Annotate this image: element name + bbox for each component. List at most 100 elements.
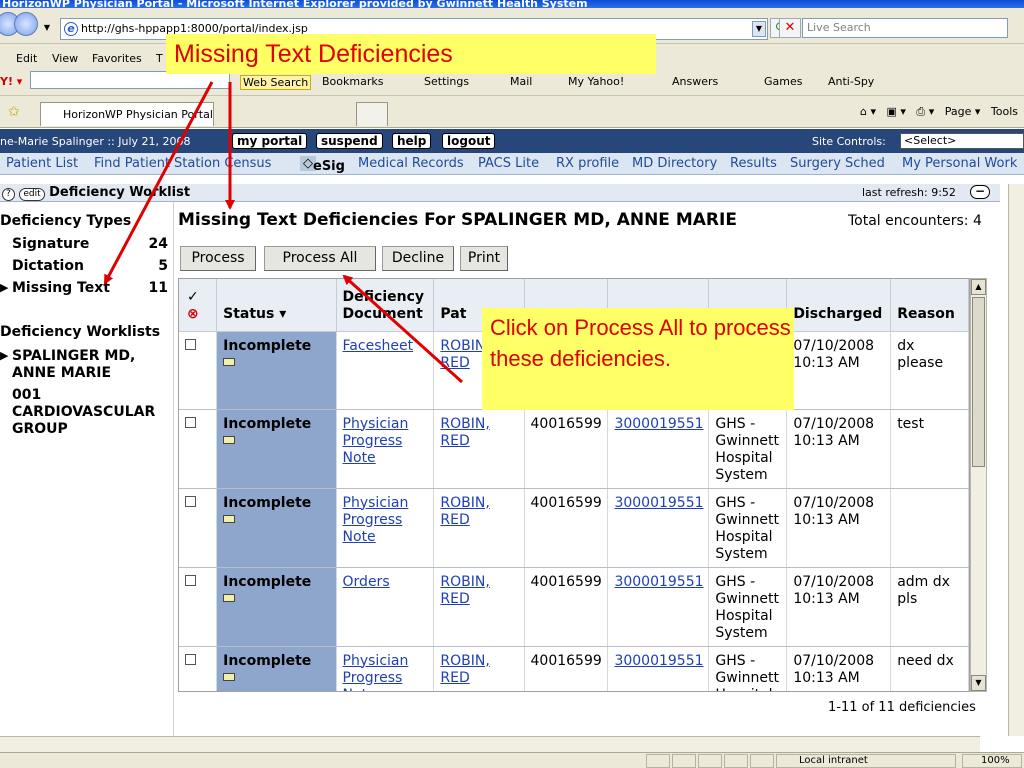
patient-link[interactable]: ROBIN, RED xyxy=(440,495,489,528)
nav-rx-profile[interactable]: RX profile xyxy=(556,156,619,171)
site-controls-select[interactable]: <Select> xyxy=(900,133,1024,149)
process-all-button[interactable]: Process All xyxy=(264,246,376,271)
patient-link[interactable]: ROBIN, RED xyxy=(440,653,489,686)
nav-my-personal-work[interactable]: My Personal Work xyxy=(902,156,1017,171)
answers-menu[interactable]: Answers xyxy=(672,75,718,88)
status-cell: Incomplete xyxy=(216,331,337,410)
note-icon[interactable] xyxy=(223,672,236,681)
favorites-star-icon[interactable]: ✩ xyxy=(8,104,20,120)
decline-button[interactable]: Decline xyxy=(382,246,454,271)
col-deficiency-document[interactable]: Deficiency Document xyxy=(336,279,435,332)
row-checkbox[interactable] xyxy=(185,338,196,350)
menu-favorites[interactable]: Favorites xyxy=(92,52,142,65)
web-search-button[interactable]: Web Search xyxy=(240,75,312,90)
account-link[interactable]: 3000019551 xyxy=(614,574,703,590)
account-link[interactable]: 3000019551 xyxy=(614,416,703,432)
row-checkbox[interactable] xyxy=(185,495,196,507)
col-reason[interactable]: Reason xyxy=(890,279,969,332)
worklist-cardio-group[interactable]: 001 CARDIOVASCULAR GROUP xyxy=(12,387,162,438)
zoom-indicator[interactable]: 100% xyxy=(962,754,1022,768)
nav-medical-records[interactable]: Medical Records xyxy=(358,156,464,171)
table-row[interactable]: Incomplete Physician Progress Note ROBIN… xyxy=(179,409,969,489)
nav-find-patient[interactable]: Find Patient xyxy=(94,156,170,171)
type-missing-text[interactable]: Missing Text xyxy=(12,280,110,296)
row-checkbox[interactable] xyxy=(185,416,196,428)
note-icon[interactable] xyxy=(223,435,236,444)
type-signature[interactable]: Signature xyxy=(12,236,89,252)
edit-pill[interactable]: edit xyxy=(19,188,45,201)
patient-link[interactable]: ROBIN, RED xyxy=(440,416,489,449)
account-link[interactable]: 3000019551 xyxy=(614,495,703,511)
menu-tools[interactable]: T xyxy=(156,52,163,65)
select-all-header[interactable]: ✓ ⊗ xyxy=(179,279,218,332)
col-status[interactable]: Status ▾ xyxy=(216,279,337,332)
print-icon[interactable]: ⎙ ▾ xyxy=(916,105,934,118)
nav-esig[interactable]: ◇ eSig xyxy=(300,156,345,174)
patient-link[interactable]: ROBIN, RED xyxy=(440,574,489,607)
tab-portal[interactable]: HorizonWP Physician Portal xyxy=(40,102,214,126)
type-dictation-count: 5 xyxy=(158,258,168,274)
live-search-input[interactable]: Live Search xyxy=(802,18,1008,38)
collapse-icon[interactable]: − xyxy=(970,185,990,199)
worklist-spalinger[interactable]: SPALINGER MD, ANNE MARIE xyxy=(12,348,162,382)
col-discharged[interactable]: Discharged xyxy=(786,279,892,332)
document-link[interactable]: Orders xyxy=(343,574,390,590)
page-scrollbar[interactable] xyxy=(1008,184,1024,736)
nav-patient-list[interactable]: Patient List xyxy=(6,156,78,171)
row-checkbox[interactable] xyxy=(185,653,196,665)
table-row[interactable]: Incomplete Physician Progress Note ROBIN… xyxy=(179,488,969,568)
horizontal-scrollbar[interactable] xyxy=(0,736,980,752)
print-button[interactable]: Print xyxy=(460,246,508,271)
note-icon[interactable] xyxy=(223,357,236,366)
nav-surgery-sched[interactable]: Surgery Sched xyxy=(790,156,885,171)
type-dictation[interactable]: Dictation xyxy=(12,258,84,274)
nav-station-census[interactable]: Station Census xyxy=(174,156,271,171)
address-dropdown-icon[interactable]: ▼ xyxy=(752,21,766,37)
total-encounters: Total encounters: 4 xyxy=(848,213,982,229)
nav-results[interactable]: Results xyxy=(730,156,777,171)
tab-bar: ✩ HorizonWP Physician Portal ⌂ ▾ ▣ ▾ ⎙ ▾… xyxy=(0,98,1024,128)
table-row[interactable]: Incomplete Physician Progress Note ROBIN… xyxy=(179,646,969,692)
nav-pacs-lite[interactable]: PACS Lite xyxy=(478,156,539,171)
help-button[interactable]: help xyxy=(392,133,432,149)
home-icon[interactable]: ⌂ ▾ xyxy=(860,105,876,118)
nav-md-directory[interactable]: MD Directory xyxy=(632,156,717,171)
page-menu[interactable]: Page xyxy=(945,105,972,118)
account-link[interactable]: 3000019551 xyxy=(614,653,703,669)
yahoo-icon[interactable]: Y! ▾ xyxy=(0,75,22,88)
games-menu[interactable]: Games xyxy=(764,75,802,88)
row-checkbox[interactable] xyxy=(185,574,196,586)
settings-menu[interactable]: Settings xyxy=(424,75,469,88)
my-portal-button[interactable]: my portal xyxy=(232,133,308,149)
zone-indicator: Local intranet xyxy=(776,754,956,768)
document-link[interactable]: Physician Progress Note xyxy=(343,495,409,545)
feeds-icon[interactable]: ▣ ▾ xyxy=(886,105,905,118)
suspend-button[interactable]: suspend xyxy=(316,133,383,149)
logout-button[interactable]: logout xyxy=(442,133,496,149)
mail-menu[interactable]: Mail xyxy=(510,75,532,88)
menu-edit[interactable]: Edit xyxy=(16,52,37,65)
note-icon[interactable] xyxy=(223,593,236,602)
new-tab-button[interactable] xyxy=(356,102,388,126)
cancel-icon: ⊗ xyxy=(187,305,199,322)
note-icon[interactable] xyxy=(223,514,236,523)
stop-icon[interactable]: ✕ xyxy=(779,18,801,38)
anti-spy-menu[interactable]: Anti-Spy xyxy=(828,75,874,88)
history-dropdown-icon[interactable]: ▼ xyxy=(40,21,54,37)
table-row[interactable]: Incomplete Orders ROBIN, RED 40016599 30… xyxy=(179,567,969,647)
document-link[interactable]: Physician Progress Note xyxy=(343,416,409,466)
tools-menu[interactable]: Tools xyxy=(991,105,1018,118)
bookmarks-menu[interactable]: Bookmarks xyxy=(322,75,383,88)
my-yahoo-menu[interactable]: My Yahoo! xyxy=(568,75,624,88)
forward-button[interactable] xyxy=(14,12,38,36)
document-link[interactable]: Physician Progress Note xyxy=(343,653,409,692)
document-link[interactable]: Facesheet xyxy=(343,338,414,354)
facility-cell: GHS - Gwinnett Hospital System xyxy=(708,567,788,647)
scroll-up-icon[interactable]: ▲ xyxy=(971,279,986,295)
help-pill[interactable]: ? xyxy=(2,188,15,201)
scroll-thumb[interactable] xyxy=(972,297,985,467)
table-scrollbar[interactable]: ▲ ▼ xyxy=(970,278,987,692)
menu-view[interactable]: View xyxy=(52,52,78,65)
scroll-down-icon[interactable]: ▼ xyxy=(971,675,986,691)
process-button[interactable]: Process xyxy=(180,246,256,271)
